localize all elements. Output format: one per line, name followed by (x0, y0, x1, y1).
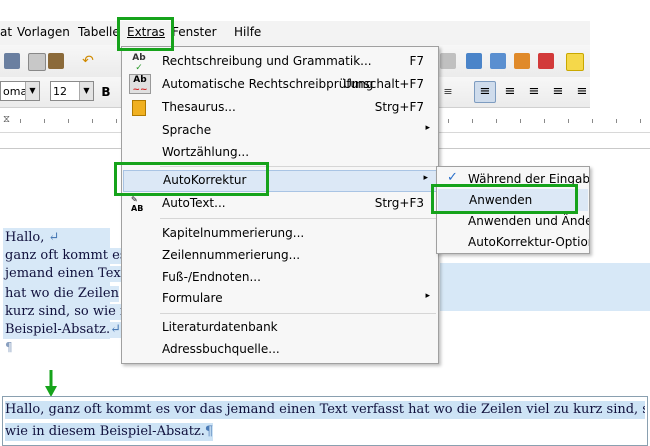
menu-item-sprache[interactable]: Sprache ▸ (122, 120, 438, 142)
menu-item-adressbuchquelle[interactable]: Adressbuchquelle... (122, 339, 438, 361)
menu-separator (160, 218, 436, 219)
result-line: Hallo, ganz oft kommt es vor das jemand … (5, 401, 645, 419)
font-size-value: 12 (53, 85, 67, 98)
paragraph-selection-right (440, 263, 650, 311)
undo-icon[interactable]: ↶ (80, 53, 96, 69)
field-icon[interactable] (514, 53, 530, 69)
autospellcheck-icon: Ab ~~ (129, 74, 151, 95)
menu-item-formulare[interactable]: Formulare ▸ (122, 288, 438, 310)
menu-format-partial[interactable]: at (0, 25, 12, 39)
menu-item-kapitelnummerierung[interactable]: Kapitelnummerierung... (122, 223, 438, 245)
paste-icon[interactable] (28, 53, 46, 71)
format-paintbrush-icon[interactable] (48, 53, 64, 69)
menu-item-literaturdatenbank[interactable]: Literaturdatenbank (122, 317, 438, 339)
menu-vorlagen[interactable]: Vorlagen (17, 25, 70, 39)
chevron-down-icon[interactable]: ▼ (79, 82, 93, 100)
pilcrow-icon: ¶ (5, 340, 13, 354)
chevron-down-icon[interactable]: ▼ (25, 82, 39, 100)
font-name-value: oma (3, 85, 28, 98)
justify-icon[interactable]: ≡ (550, 84, 566, 100)
thesaurus-icon (132, 100, 146, 116)
align-options-icon[interactable]: ≡ (440, 84, 456, 100)
line-spacing-icon[interactable]: ≡ (574, 84, 590, 100)
submenu-arrow-icon: ▸ (425, 291, 430, 301)
menu-item-thesaurus[interactable]: Thesaurus... Strg+F7 (122, 97, 438, 119)
image-icon[interactable] (466, 53, 482, 69)
menubar: at Vorlagen Tabelle Extras Fenster Hilfe (0, 21, 590, 45)
align-center-icon[interactable]: ≡ (502, 84, 518, 100)
highlight-anwenden (431, 184, 578, 214)
hyperlink-icon[interactable] (538, 53, 554, 69)
bold-icon[interactable]: B (98, 84, 114, 100)
align-left-icon[interactable]: ≡ (474, 81, 496, 103)
menu-item-wortzaehlung[interactable]: Wortzählung... (122, 142, 438, 164)
result-paragraph-box: Hallo, ganz oft kommt es vor das jemand … (2, 396, 648, 446)
text-line: kurz sind, so wie i (5, 304, 125, 320)
menu-item-fussnoten[interactable]: Fuß-/Endnoten... (122, 267, 438, 289)
note-icon[interactable] (566, 53, 584, 71)
menu-hilfe[interactable]: Hilfe (234, 25, 261, 39)
menu-separator (160, 313, 436, 314)
submenu-arrow-icon: ▸ (425, 123, 430, 133)
checkmark-icon: ✓ (447, 170, 458, 185)
highlight-extras (117, 17, 174, 51)
highlight-autokorrektur (114, 162, 269, 196)
submenu-item-optionen[interactable]: AutoKorrektur-Optionen... (437, 231, 589, 253)
text-line: hat wo die Zeilen (5, 286, 119, 302)
text-line: ganz oft kommt es (5, 248, 127, 264)
chart-icon[interactable] (490, 53, 506, 69)
arrow-down-icon (45, 370, 57, 397)
menu-item-autotext[interactable]: ✎ AB AutoText... Strg+F3 (122, 193, 438, 215)
font-name-combo[interactable]: oma ▼ (0, 81, 40, 101)
spellcheck-icon: Ab ✓ (132, 53, 146, 73)
save-icon[interactable] (4, 53, 20, 69)
text-line: Beispiel-Absatz.↵ (5, 322, 122, 338)
indent-marker-icon[interactable]: ⧖ (3, 114, 10, 125)
extras-menu: Ab ✓ Rechtschreibung und Grammatik... F7 … (121, 46, 439, 364)
menu-item-autospellcheck[interactable]: Ab ~~ Automatische Rechtschreibprüfung Um… (122, 74, 438, 96)
menu-tabelle[interactable]: Tabelle (78, 25, 120, 39)
align-right-icon[interactable]: ≡ (526, 84, 542, 100)
menu-item-spellcheck[interactable]: Ab ✓ Rechtschreibung und Grammatik... F7 (122, 51, 438, 73)
menu-fenster[interactable]: Fenster (172, 25, 217, 39)
autotext-icon: ✎ AB (131, 195, 144, 213)
result-line: wie in diesem Beispiel-Absatz.¶ (5, 423, 214, 441)
submenu-arrow-icon: ▸ (423, 173, 428, 183)
text-line: Hallo, ↵ (5, 230, 60, 246)
table-icon[interactable] (440, 53, 456, 69)
text-line: jemand einen Text (5, 266, 126, 282)
font-size-combo[interactable]: 12 ▼ (50, 81, 94, 101)
menu-item-zeilennummerierung[interactable]: Zeilennummerierung... (122, 245, 438, 267)
